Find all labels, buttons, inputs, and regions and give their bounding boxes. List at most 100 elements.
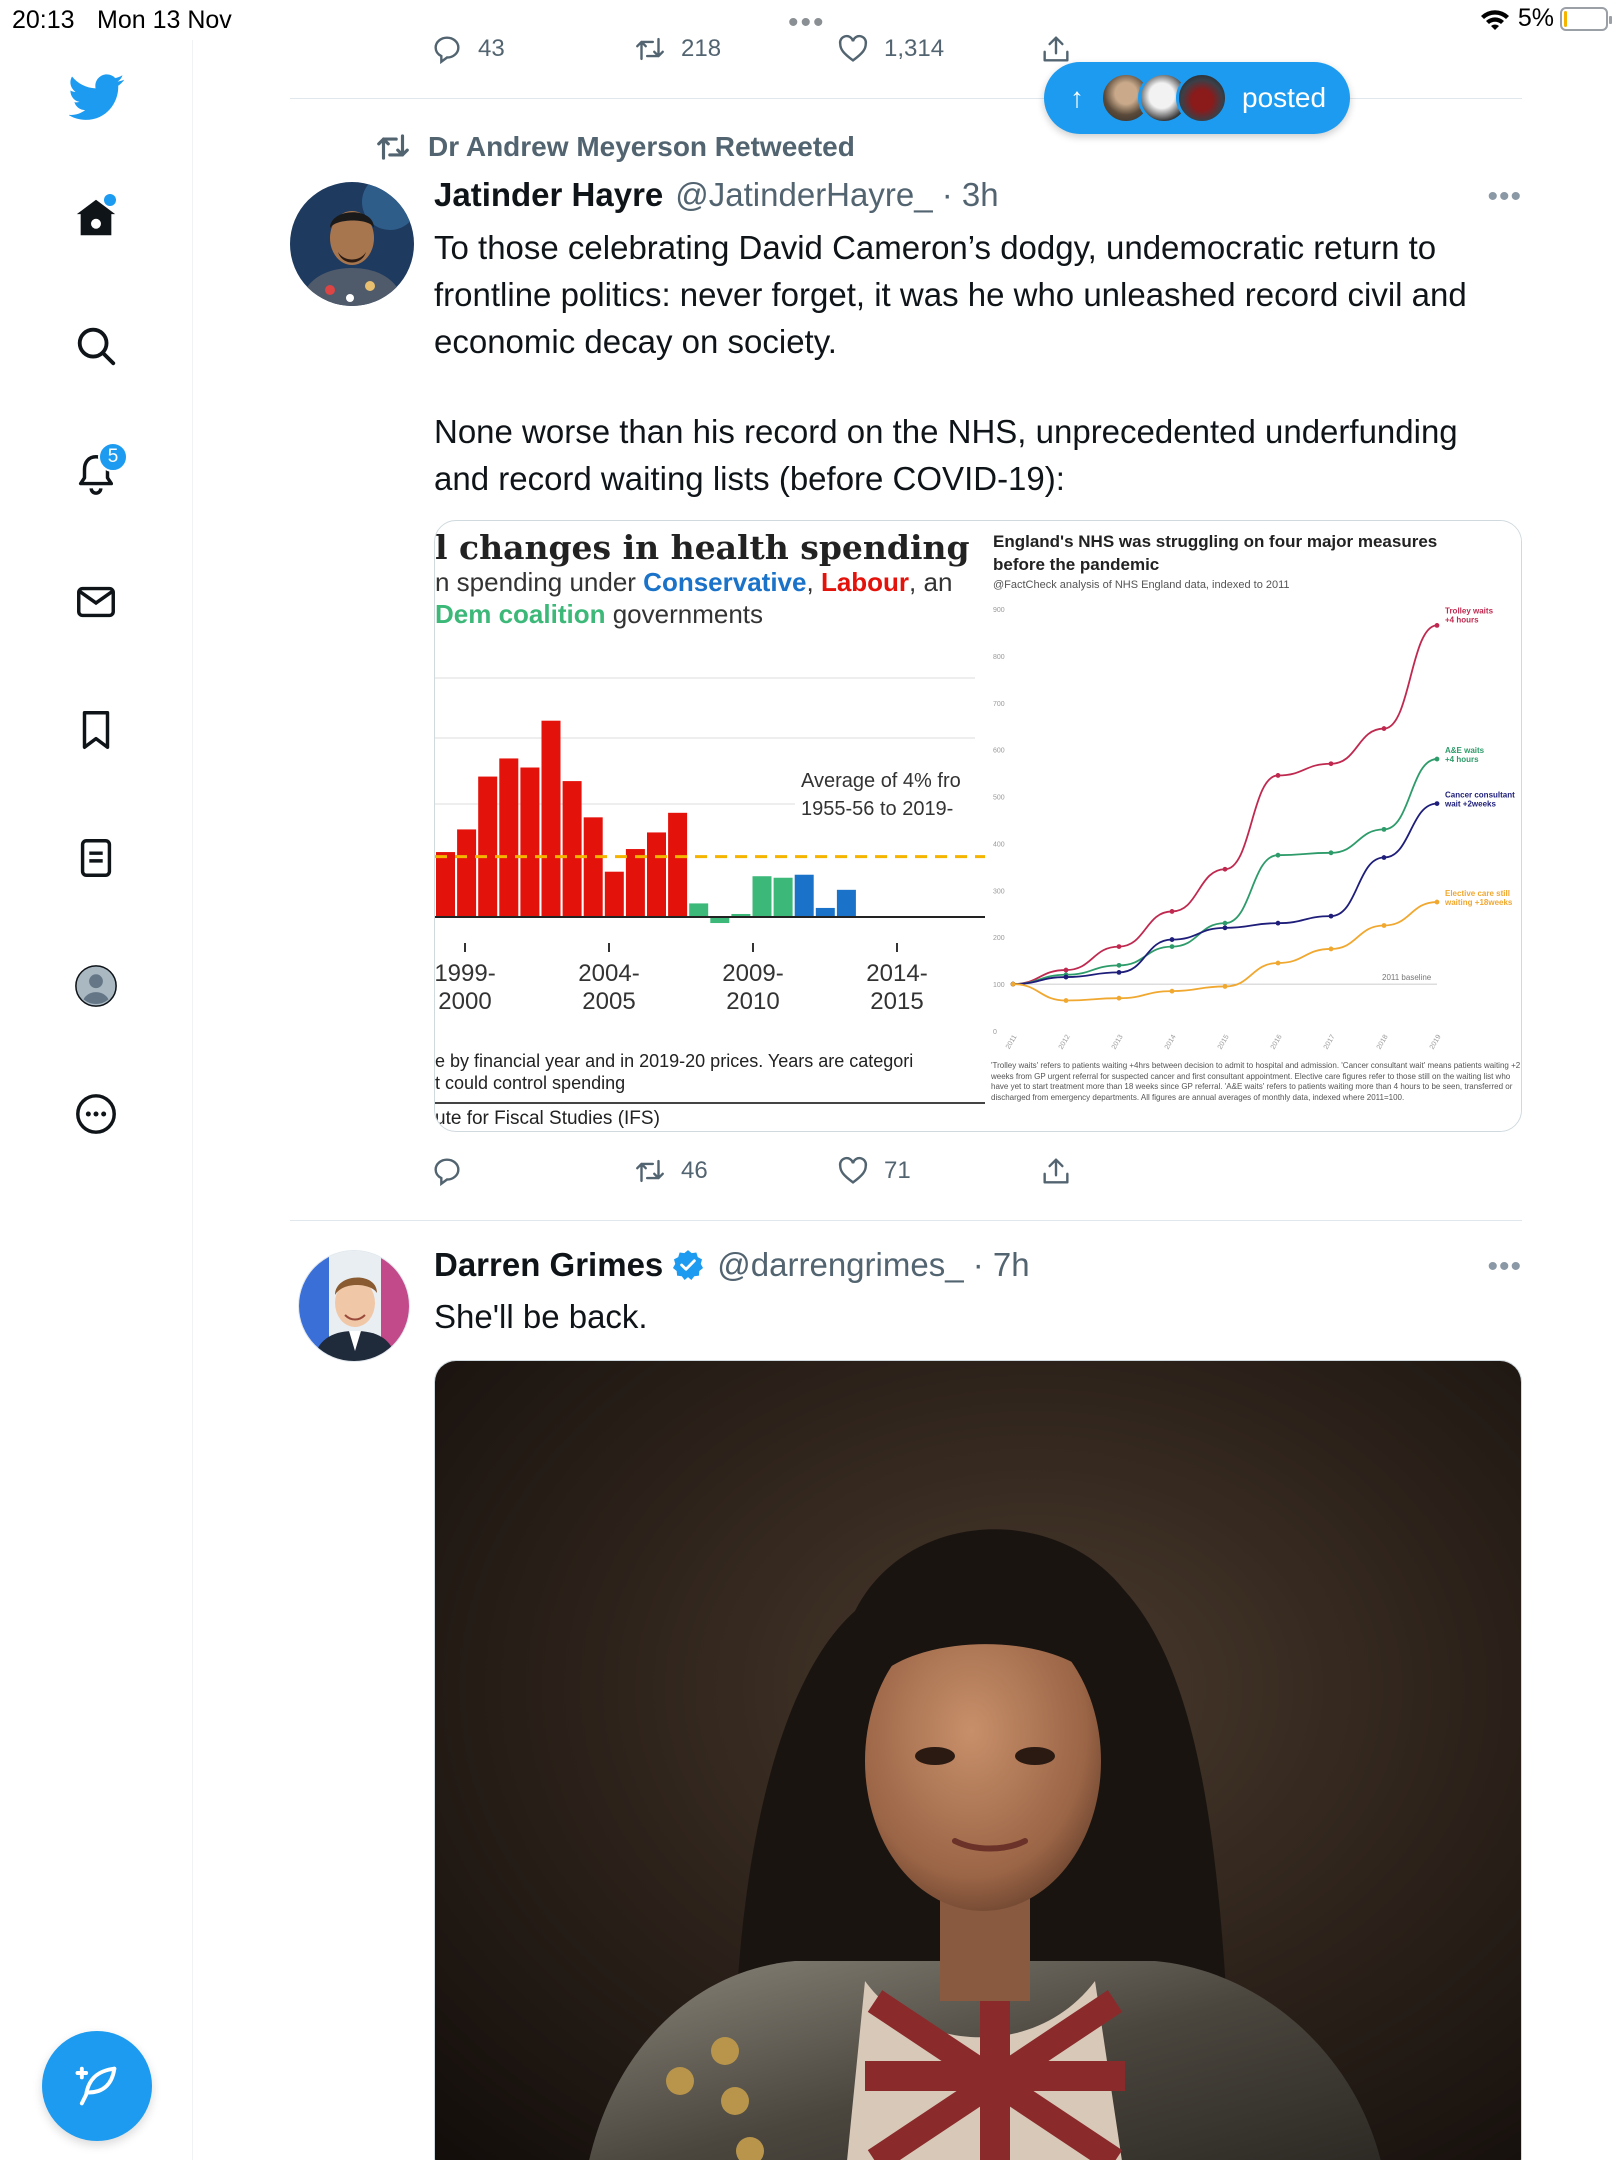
series-labels: Trolley waits +4 hours A&E waits +4 hours Ca… (1444, 606, 1515, 907)
line-chart-svg: England's NHS was struggling on four maj… (991, 532, 1520, 1102)
retweeted-by-label: Dr Andrew Meyerson Retweeted (428, 131, 855, 162)
subtitle-libdem: Dem coalition (435, 599, 605, 629)
data-point (1381, 923, 1387, 928)
subtitle-suffix: governments (605, 599, 763, 629)
nav-bookmarks[interactable] (68, 702, 124, 758)
bar (478, 776, 498, 917)
reply-button[interactable]: 43 (430, 32, 633, 66)
line-chart-title-2: before the pandemic (993, 555, 1159, 574)
arrow-up-icon: ↑ (1070, 82, 1084, 113)
tweet-more-icon[interactable]: ••• (1487, 1250, 1522, 1284)
nav-search[interactable] (68, 318, 124, 374)
share-button[interactable] (1039, 1154, 1242, 1188)
list-icon (80, 839, 112, 877)
nav-notifications[interactable]: 5 (68, 442, 128, 502)
reply-icon (434, 36, 460, 65)
data-point (1116, 995, 1122, 1001)
x-tick-label: 2011 (1005, 1034, 1019, 1051)
data-point (1275, 852, 1281, 858)
bar (668, 812, 688, 917)
author-handle[interactable]: @JatinderHayre_ · 3h (675, 176, 998, 214)
new-posts-pill[interactable]: ↑ posted (1044, 62, 1350, 134)
sidebar-nav: 5 (0, 40, 193, 2160)
bar (499, 758, 519, 917)
avatar[interactable] (290, 182, 414, 306)
data-point (1328, 761, 1334, 767)
twitter-logo-icon[interactable] (62, 62, 132, 132)
bar (604, 871, 624, 917)
retweet-button[interactable]: 46 (633, 1154, 836, 1188)
battery-icon (1560, 6, 1612, 31)
subtitle-comma: , (806, 567, 820, 597)
retweet-button[interactable]: 218 (633, 32, 836, 66)
retweet-count: 46 (681, 1157, 708, 1184)
like-button[interactable]: 71 (836, 1154, 1039, 1188)
reply-button[interactable] (430, 1154, 633, 1188)
pill-avatars (1100, 72, 1228, 124)
x-tick-label: 2017 (1323, 1034, 1337, 1051)
data-point (1275, 960, 1281, 966)
line-chart-title: England's NHS was struggling on four maj… (993, 532, 1442, 574)
nav-profile[interactable] (68, 958, 124, 1014)
data-point (1169, 937, 1175, 942)
nav-messages[interactable] (68, 574, 124, 630)
health-spending-chart[interactable]: l changes in health spending n spending … (435, 521, 985, 1131)
author-name[interactable]: Darren Grimes (434, 1246, 663, 1284)
tweet-more-icon[interactable]: ••• (1487, 180, 1522, 214)
data-point (1169, 988, 1175, 994)
x-ticks: 2011 2012 2013 2014 2015 2016 2017 2018 2019 (1005, 1034, 1443, 1051)
home-unread-dot (104, 194, 116, 206)
search-icon (77, 327, 116, 366)
data-point (1116, 944, 1122, 949)
author-handle[interactable]: @darrengrimes_ · 7h (717, 1246, 1029, 1284)
compose-tweet-button[interactable] (42, 2031, 152, 2141)
nav-home[interactable] (68, 190, 124, 246)
timeline-feed: 43 218 1,314 ↑ posted Dr Andrew Meyerson… (290, 0, 1522, 2160)
like-button[interactable]: 1,314 (836, 32, 1039, 66)
battery-level (1564, 10, 1567, 27)
bar (562, 781, 582, 917)
nav-more[interactable] (68, 1086, 124, 1142)
more-icon (76, 1094, 116, 1134)
y-tick-label: 300 (993, 888, 1005, 895)
data-point (1328, 913, 1334, 919)
bars-group (436, 720, 856, 924)
author-name[interactable]: Jatinder Hayre (434, 176, 663, 214)
avatar[interactable] (298, 1250, 410, 1362)
x-ticks: 1999-2000 2004-2005 2009-2010 2014-2015 (435, 943, 928, 1015)
chart-subtitle: n spending under Conservative, Labour, a… (435, 567, 952, 597)
x-tick-label: 2009- (722, 960, 783, 987)
y-tick-label: 200 (993, 935, 1005, 942)
tweet-text: To those celebrating David Cameron’s dod… (434, 229, 1467, 360)
data-point (1275, 773, 1281, 778)
baseline-label: 2011 baseline (1382, 973, 1432, 982)
tweet-media[interactable]: l changes in health spending n spending … (434, 520, 1522, 1132)
data-point (1063, 974, 1069, 980)
chart-subtitle-2: Dem coalition governments (435, 599, 763, 629)
tweet-divider (290, 1220, 1522, 1221)
subtitle-labour: Labour (821, 567, 909, 597)
line-footnote-box: 'Trolley waits' refers to patients waiti… (991, 1061, 1520, 1102)
profile-icon (75, 965, 117, 1007)
status-date: Mon 13 Nov (97, 6, 232, 34)
data-point (1328, 946, 1334, 952)
subtitle-prefix: n spending under (435, 567, 643, 597)
y-tick-label: 700 (993, 701, 1005, 708)
nav-lists[interactable] (68, 830, 124, 886)
y-tick-label: 0 (993, 1029, 997, 1036)
nhs-waiting-chart[interactable]: England's NHS was struggling on four maj… (987, 521, 1521, 1131)
tweet-photo[interactable] (434, 1360, 1522, 2160)
subtitle-conservative: Conservative (643, 567, 806, 597)
share-button[interactable] (1039, 32, 1242, 66)
verified-badge-icon (673, 1250, 704, 1281)
series-label: Trolley waits +4 hours (1445, 606, 1494, 624)
data-point (1434, 899, 1440, 905)
x-tick-label: 2018 (1376, 1034, 1390, 1051)
data-point (1116, 969, 1122, 975)
bar (815, 907, 835, 917)
data-point (1222, 920, 1228, 926)
retweet-icon (636, 1159, 664, 1183)
data-point (1169, 944, 1175, 949)
x-tick-label: 2004- (578, 960, 639, 987)
line-chart-title-1: England's NHS was struggling on four maj… (993, 532, 1437, 551)
